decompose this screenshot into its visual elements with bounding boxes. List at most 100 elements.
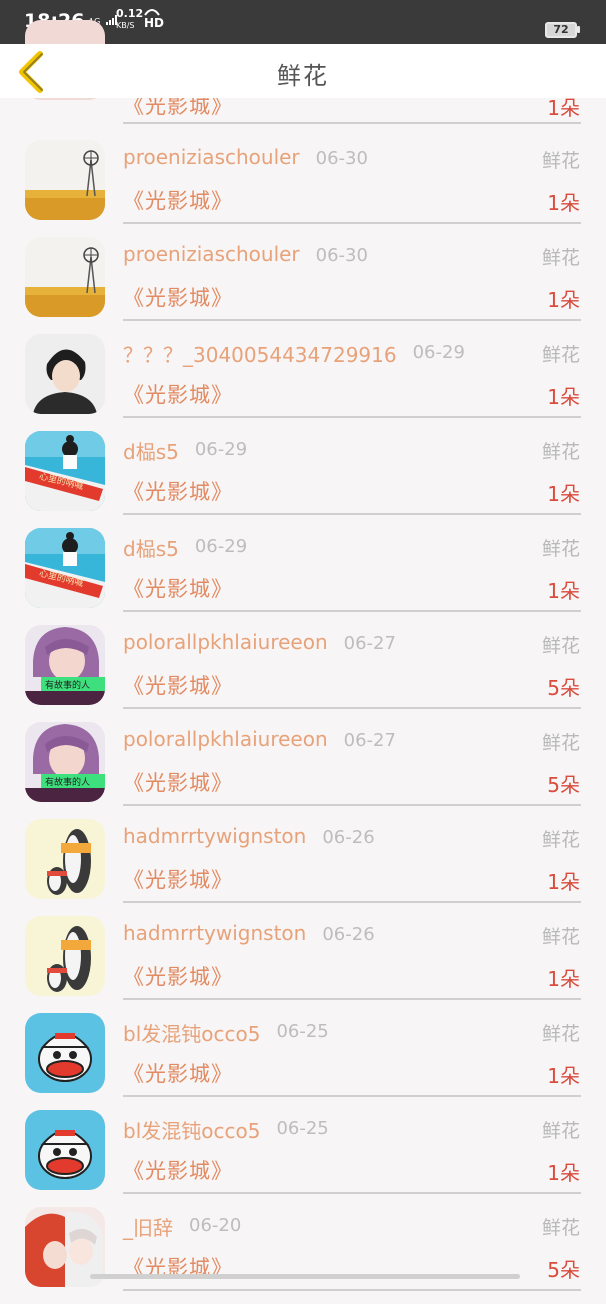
- gift-type: 鲜花: [541, 247, 580, 269]
- gift-date: 06-26: [322, 827, 375, 848]
- movie-title[interactable]: 《光影城》: [123, 476, 233, 506]
- movie-title[interactable]: 《光影城》: [123, 864, 233, 894]
- gift-date: 06-29: [412, 342, 465, 363]
- movie-title[interactable]: 《光影城》: [123, 1155, 233, 1185]
- user-name[interactable]: hadmrrtywignston: [123, 921, 306, 945]
- gift-date: 06-29: [194, 536, 248, 557]
- movie-title[interactable]: 《光影城》: [123, 573, 233, 603]
- gift-date: 06-30: [315, 148, 368, 169]
- list-item[interactable]: 心里的呐喊 d榀s5 06-29 鲜花 《光影城》 1朵: [0, 528, 606, 625]
- row-divider: [123, 319, 581, 321]
- gift-date: 06-27: [343, 633, 396, 654]
- gift-type: 鲜花: [541, 926, 580, 948]
- gift-date: 06-25: [276, 1021, 329, 1042]
- svg-text:有故事的人: 有故事的人: [45, 776, 90, 788]
- flower-count: 1朵: [547, 191, 580, 215]
- top-app-bar: 鲜花: [0, 44, 606, 98]
- row-divider: [123, 1289, 581, 1291]
- flower-count: 1朵: [547, 385, 580, 409]
- flower-count: 1朵: [547, 870, 580, 894]
- row-divider: [123, 1095, 581, 1097]
- svg-text:有故事的人: 有故事的人: [45, 679, 90, 691]
- row-divider: [123, 222, 581, 224]
- flower-count: 1朵: [547, 288, 580, 312]
- gift-type: 鲜花: [541, 732, 580, 754]
- list-item[interactable]: bl发混钝occo5 06-25 鲜花《光影城》 1朵: [0, 1110, 606, 1207]
- horizontal-scrollbar[interactable]: [90, 1274, 520, 1279]
- flower-count: 1朵: [547, 482, 580, 506]
- row-divider: [123, 998, 581, 1000]
- row-divider: [123, 513, 581, 515]
- row-divider: [123, 707, 581, 709]
- user-name[interactable]: polorallpkhlaiureeon: [123, 630, 328, 654]
- user-name[interactable]: d榀s5: [123, 436, 179, 465]
- list-item[interactable]: 心里的呐喊 d榀s5 06-29 鲜花《光影城》 1朵: [0, 431, 606, 528]
- movie-title[interactable]: 《光影城》: [123, 1058, 233, 1088]
- gift-date: 06-26: [322, 924, 375, 945]
- gift-type: 鲜花: [541, 1023, 580, 1045]
- row-divider: [123, 122, 581, 124]
- gift-date: 06-25: [276, 1118, 329, 1139]
- user-avatar[interactable]: [25, 237, 105, 317]
- gift-type: 鲜花: [541, 829, 580, 851]
- flower-count: 1朵: [547, 1064, 580, 1088]
- movie-title[interactable]: 《光影城》: [123, 767, 233, 797]
- user-name[interactable]: proeniziaschouler: [123, 242, 300, 266]
- user-avatar[interactable]: [25, 916, 105, 996]
- list-item[interactable]: proeniziaschouler 06-30 鲜花《光影城》 1朵: [0, 237, 606, 334]
- page-title: 鲜花: [277, 62, 329, 90]
- list-item[interactable]: proeniziaschouler 06-30 鲜花《光影城》 1朵: [0, 140, 606, 237]
- user-avatar[interactable]: 心里的呐喊: [25, 528, 105, 608]
- row-divider: [123, 416, 581, 418]
- flower-count: 5朵: [547, 676, 580, 700]
- gift-type: 鲜花: [541, 1217, 580, 1239]
- user-avatar[interactable]: [25, 140, 105, 220]
- user-name[interactable]: ？？？_3040054434729916: [123, 339, 397, 368]
- gift-date: 06-20: [189, 1215, 242, 1236]
- row-divider: [123, 1192, 581, 1194]
- list-item[interactable]: 有故事的人 polorallpkhlaiureeon 06-27 鲜花《光影城》 5朵: [0, 722, 606, 819]
- user-name[interactable]: proeniziaschouler: [123, 145, 300, 169]
- movie-title[interactable]: 《光影城》: [123, 670, 233, 700]
- flower-count: 1朵: [547, 1161, 580, 1185]
- list-item[interactable]: hadmrrtywignston 06-26 鲜花《光影城》 1朵: [0, 819, 606, 916]
- user-name[interactable]: bl发混钝occo5: [123, 1018, 260, 1047]
- user-name[interactable]: d榀s5: [123, 533, 179, 562]
- user-avatar[interactable]: [25, 1110, 105, 1190]
- movie-title[interactable]: 《光影城》: [123, 282, 233, 312]
- flower-count: 5朵: [547, 773, 580, 797]
- user-avatar[interactable]: 有故事的人: [25, 625, 105, 705]
- user-avatar[interactable]: [25, 334, 105, 414]
- flower-count: 1朵: [547, 579, 580, 603]
- user-avatar[interactable]: 心里的呐喊: [25, 431, 105, 511]
- movie-title[interactable]: 《光影城》: [123, 961, 233, 991]
- user-name[interactable]: hadmrrtywignston: [123, 824, 306, 848]
- row-divider: [123, 804, 581, 806]
- movie-title[interactable]: 《光影城》: [123, 185, 233, 215]
- user-name[interactable]: polorallpkhlaiureeon: [123, 727, 328, 751]
- list-item[interactable]: hadmrrtywignston 06-26 鲜花《光影城》 1朵: [0, 916, 606, 1013]
- gift-date: 06-29: [194, 439, 248, 460]
- gift-type: 鲜花: [541, 344, 580, 366]
- user-avatar[interactable]: 有故事的人: [25, 722, 105, 802]
- gift-type: 鲜花: [541, 1120, 580, 1142]
- list-item[interactable]: _旧辞 06-20 鲜花 《光影城》 5朵: [0, 1207, 606, 1304]
- user-name[interactable]: bl发混钝occo5: [123, 1115, 260, 1144]
- movie-title[interactable]: 《光影城》: [123, 379, 233, 409]
- flower-gift-list: 《光影城》 1朵 proeniziaschouler 06-30 鲜花 《光影城》 1朵 pr…: [0, 0, 606, 1291]
- user-name[interactable]: _旧辞: [123, 1212, 173, 1241]
- gift-type: 鲜花: [541, 441, 580, 463]
- row-divider: [123, 901, 581, 903]
- flower-count: 5朵: [547, 1258, 580, 1282]
- user-avatar[interactable]: [25, 1013, 105, 1093]
- gift-date: 06-30: [315, 245, 368, 266]
- list-item[interactable]: bl发混钝occo5 06-25 鲜花《光影城》 1朵: [0, 1013, 606, 1110]
- list-item[interactable]: ？？？_3040054434729916 06-29 鲜花《光影城》 1朵: [0, 334, 606, 431]
- list-item[interactable]: 有故事的人 polorallpkhlaiureeon 06-27 鲜花《光影城》 5朵: [0, 625, 606, 722]
- gift-type: 鲜花: [541, 150, 580, 172]
- gift-type: 鲜花: [541, 635, 580, 657]
- flower-count: 1朵: [547, 967, 580, 991]
- gift-date: 06-27: [343, 730, 396, 751]
- user-avatar[interactable]: [25, 819, 105, 899]
- row-divider: [123, 610, 581, 612]
